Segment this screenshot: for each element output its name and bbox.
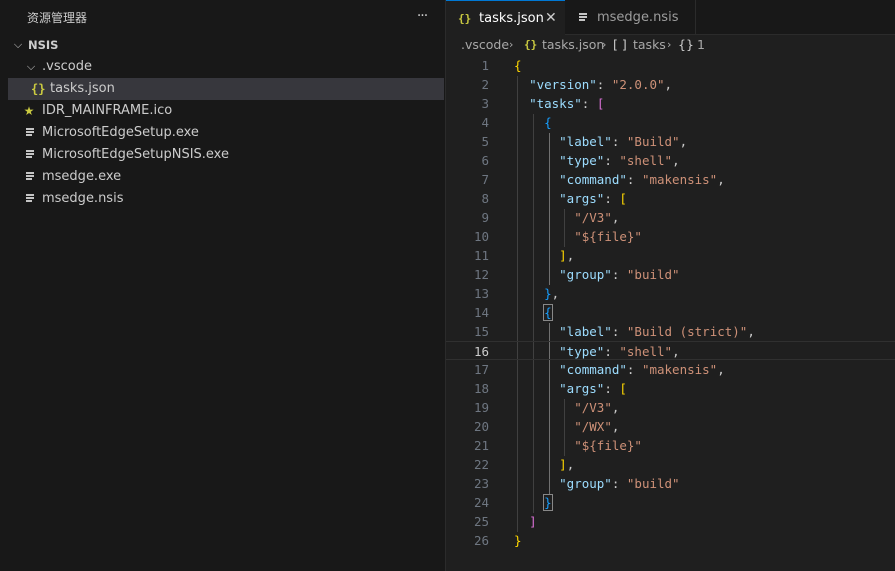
code-line: 21 "${file}": [473, 438, 642, 453]
code-line: 25 ]: [473, 514, 537, 529]
tree-file-microsoftedgesetupnsis[interactable]: MicrosoftEdgeSetupNSIS.exe: [0, 144, 445, 166]
code-line: 17 "command": "makensis",: [473, 362, 725, 377]
code-line: 8 "args": [: [481, 191, 627, 206]
file-lines-icon: [26, 172, 34, 182]
code-line: 20 "/WX",: [473, 419, 620, 434]
tree-file-msedge-exe[interactable]: msedge.exe: [0, 166, 445, 188]
object-braces-icon: {}: [678, 37, 694, 52]
tree-file-idr-mainframe[interactable]: ★ IDR_MAINFRAME.ico: [0, 100, 445, 122]
code-line: 3 "tasks": [: [481, 96, 605, 111]
code-line: 1{: [481, 58, 522, 73]
tree-item-label: MicrosoftEdgeSetup.exe: [42, 125, 199, 140]
array-brackets-icon: [ ]: [613, 37, 627, 52]
json-braces-icon: {}: [31, 82, 46, 96]
breadcrumb-file[interactable]: tasks.json: [542, 35, 604, 55]
tab-bar: {} tasks.json ✕ msedge.nsis: [446, 0, 895, 36]
code-line: 12 "group": "build": [473, 267, 680, 282]
tree-file-tasks-json[interactable]: {} tasks.json: [8, 78, 444, 100]
code-line: 23 "group": "build": [473, 476, 680, 491]
chevron-right-icon: ›: [667, 38, 672, 51]
chevron-right-icon: ›: [602, 38, 607, 51]
json-braces-icon: {}: [524, 38, 538, 51]
file-lines-icon: [26, 194, 34, 204]
breadcrumb-object[interactable]: 1: [697, 35, 705, 55]
code-line: 2 "version": "2.0.0",: [481, 77, 673, 92]
code-line: 26}: [473, 533, 522, 548]
code-line: 18 "args": [: [473, 381, 627, 396]
root-folder-label: NSIS: [28, 38, 59, 52]
code-line: 14 {: [473, 304, 553, 321]
file-lines-icon: [26, 150, 34, 160]
breadcrumb: .vscode › {} tasks.json › [ ] tasks › {}…: [446, 35, 895, 57]
explorer-title: 资源管理器: [27, 11, 88, 25]
tab-label: msedge.nsis: [597, 10, 679, 25]
code-line: 24 }: [473, 494, 553, 511]
tree-item-label: .vscode: [42, 59, 92, 74]
explorer-sidebar: 资源管理器 ··· ⌵ NSIS ⌵ .vscode {} tasks.json…: [0, 0, 445, 571]
tree-file-microsoftedgesetup[interactable]: MicrosoftEdgeSetup.exe: [0, 122, 445, 144]
tab-tasks-json[interactable]: {} tasks.json ✕: [446, 0, 565, 36]
code-line: 7 "command": "makensis",: [481, 172, 725, 187]
close-icon[interactable]: ✕: [545, 1, 557, 36]
code-line: 11 ],: [473, 248, 575, 263]
more-actions-button[interactable]: ···: [412, 6, 432, 26]
code-line: 6 "type": "shell",: [481, 153, 680, 168]
breadcrumb-folder[interactable]: .vscode: [461, 35, 509, 55]
explorer-header: 资源管理器 ···: [0, 0, 445, 35]
tree-item-label: msedge.exe: [42, 169, 122, 184]
code-line: 15 "label": "Build (strict)",: [473, 324, 755, 339]
code-line: 5 "label": "Build",: [481, 134, 688, 149]
editor-group: {} tasks.json ✕ msedge.nsis .vscode › {}…: [445, 0, 895, 571]
tree-item-label: MicrosoftEdgeSetupNSIS.exe: [42, 147, 229, 162]
file-lines-icon: [579, 13, 587, 23]
file-lines-icon: [26, 128, 34, 138]
code-line: 9 "/V3",: [481, 210, 620, 225]
tree-folder-vscode[interactable]: ⌵ .vscode: [0, 56, 445, 78]
code-line-current: 16 "type": "shell",: [446, 341, 895, 360]
star-icon: ★: [23, 104, 35, 118]
chevron-down-icon: ⌵: [13, 38, 23, 51]
json-braces-icon: {}: [458, 12, 472, 25]
chevron-right-icon: ›: [509, 38, 514, 51]
code-line: 10 "${file}": [473, 229, 642, 244]
tree-root-nsis[interactable]: ⌵ NSIS: [0, 34, 445, 56]
chevron-down-icon: ⌵: [26, 60, 36, 73]
code-line: 13 },: [473, 286, 560, 301]
code-line: 22 ],: [473, 457, 575, 472]
code-line: 19 "/V3",: [473, 400, 620, 415]
tab-msedge-nsis[interactable]: msedge.nsis: [565, 0, 696, 35]
tree-item-label: tasks.json: [50, 81, 115, 96]
code-editor[interactable]: 1{ 2 "version": "2.0.0", 3 "tasks": [ 4 …: [446, 56, 895, 571]
tree-item-label: msedge.nsis: [42, 191, 124, 206]
tab-label: tasks.json: [479, 11, 544, 26]
tree-item-label: IDR_MAINFRAME.ico: [42, 103, 173, 118]
breadcrumb-tasks[interactable]: tasks: [633, 35, 666, 55]
tree-file-msedge-nsis[interactable]: msedge.nsis: [0, 188, 445, 210]
code-line: 4 {: [481, 115, 552, 130]
